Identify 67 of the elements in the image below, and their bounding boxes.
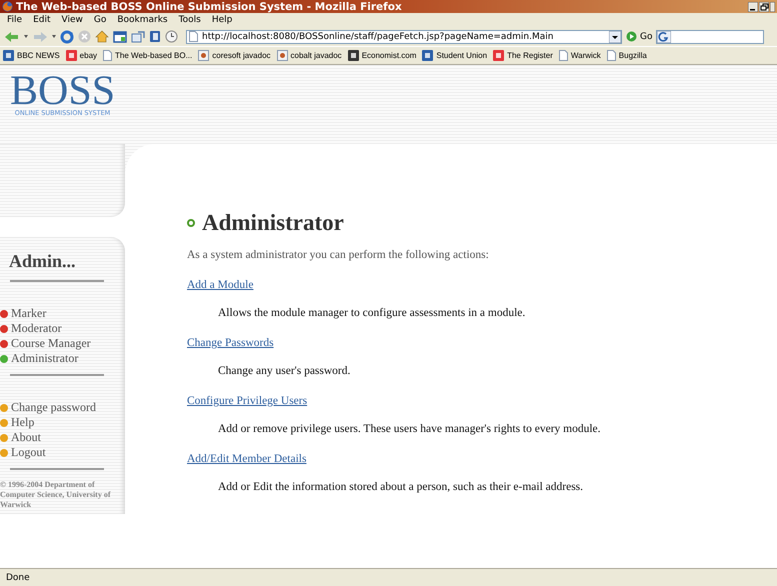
- dropdown-icon[interactable]: [24, 35, 28, 38]
- sidebar-heading: Admin...: [9, 251, 77, 272]
- address-field[interactable]: http://localhost:8080/BOSSonline/staff/pageFetch.jsp?pageName=admin.Main: [186, 30, 622, 44]
- action-description: Add or remove privilege users. These users have manager's rights to every module.: [218, 422, 602, 436]
- site-icon: [3, 50, 14, 61]
- document-icon: [198, 50, 210, 61]
- page-icon: [558, 50, 568, 61]
- bullet-icon: [187, 219, 195, 227]
- bookmark-link[interactable]: cobalt javadoc: [276, 50, 342, 61]
- go-button[interactable]: Go: [626, 31, 652, 42]
- bookmark-link[interactable]: coresoft javadoc: [198, 50, 271, 61]
- clock-icon[interactable]: [165, 30, 178, 43]
- bookmark-link[interactable]: The Web-based BO...: [103, 50, 192, 61]
- menu-item[interactable]: File: [7, 15, 22, 25]
- action-link[interactable]: Add a Module: [187, 278, 254, 292]
- bookmark-link[interactable]: Student Union: [422, 50, 488, 61]
- copyright-text: © 1996-2004 Department of Computer Science, University of Warwick: [0, 480, 112, 510]
- action-description: Allows the module manager to configure assessments in a module.: [218, 306, 526, 320]
- action-link[interactable]: Change Passwords: [187, 336, 274, 350]
- menu-item[interactable]: Bookmarks: [117, 15, 168, 25]
- menu-item[interactable]: Help: [212, 15, 232, 25]
- reload-icon[interactable]: [60, 30, 74, 44]
- action-description: Add or Edit the information stored about a person, such as their e-mail address.: [218, 480, 584, 494]
- site-icon: [66, 50, 77, 61]
- action-link[interactable]: Add/Edit Member Details: [187, 452, 306, 466]
- menu-item[interactable]: Tools: [178, 15, 201, 25]
- sidebar-link[interactable]: Course Manager: [11, 336, 91, 351]
- go-icon: [626, 31, 637, 42]
- sidebar-link[interactable]: About: [11, 430, 41, 445]
- page-icon: [189, 31, 198, 42]
- status-text: Done: [6, 572, 30, 582]
- menu-item[interactable]: Go: [94, 15, 106, 25]
- firefox-icon: [2, 1, 13, 12]
- sidebar-link[interactable]: Marker: [11, 306, 46, 321]
- page-icon: [103, 50, 112, 61]
- sidebar-link[interactable]: Moderator: [11, 321, 62, 336]
- bookmark-link[interactable]: Warwick: [558, 50, 601, 61]
- logo-title: BOSS: [10, 73, 116, 109]
- window-icon[interactable]: [113, 30, 127, 42]
- bookmark-link[interactable]: The Register: [493, 50, 553, 61]
- bookmark-link[interactable]: Economist.com: [348, 50, 416, 61]
- bookmark-link[interactable]: ebay: [66, 50, 98, 61]
- bookmark-link[interactable]: Bugzilla: [606, 50, 647, 61]
- book-icon[interactable]: [149, 30, 161, 43]
- action-description: Change any user's password.: [218, 364, 352, 378]
- page-heading: Administrator: [202, 210, 344, 236]
- menu-item[interactable]: View: [62, 15, 83, 25]
- bookmark-link[interactable]: BBC NEWS: [3, 50, 60, 61]
- action-link[interactable]: Configure Privilege Users: [187, 394, 308, 408]
- search-engine-icon[interactable]: [657, 30, 672, 42]
- window-title: The Web-based BOSS Online Submission System - Mozilla Firefox: [16, 0, 403, 12]
- dropdown-icon[interactable]: [52, 35, 56, 38]
- page-icon: [606, 50, 616, 61]
- site-icon: [348, 50, 359, 61]
- search-field[interactable]: [656, 30, 764, 44]
- sidebar-link[interactable]: Change password: [11, 400, 96, 415]
- minimize-icon[interactable]: [748, 2, 758, 12]
- site-icon: [422, 50, 434, 61]
- home-icon[interactable]: [95, 30, 109, 43]
- intro-text: As a system administrator you can perform the following actions:: [187, 248, 490, 262]
- site-icon: [493, 50, 504, 61]
- menu-item[interactable]: Edit: [33, 15, 50, 25]
- sidebar-link[interactable]: Logout: [11, 445, 46, 460]
- sidebar-link[interactable]: Help: [11, 415, 34, 430]
- sidebar-link[interactable]: Administrator: [11, 351, 78, 366]
- dropdown-icon[interactable]: [609, 30, 621, 42]
- document-icon: [276, 50, 288, 61]
